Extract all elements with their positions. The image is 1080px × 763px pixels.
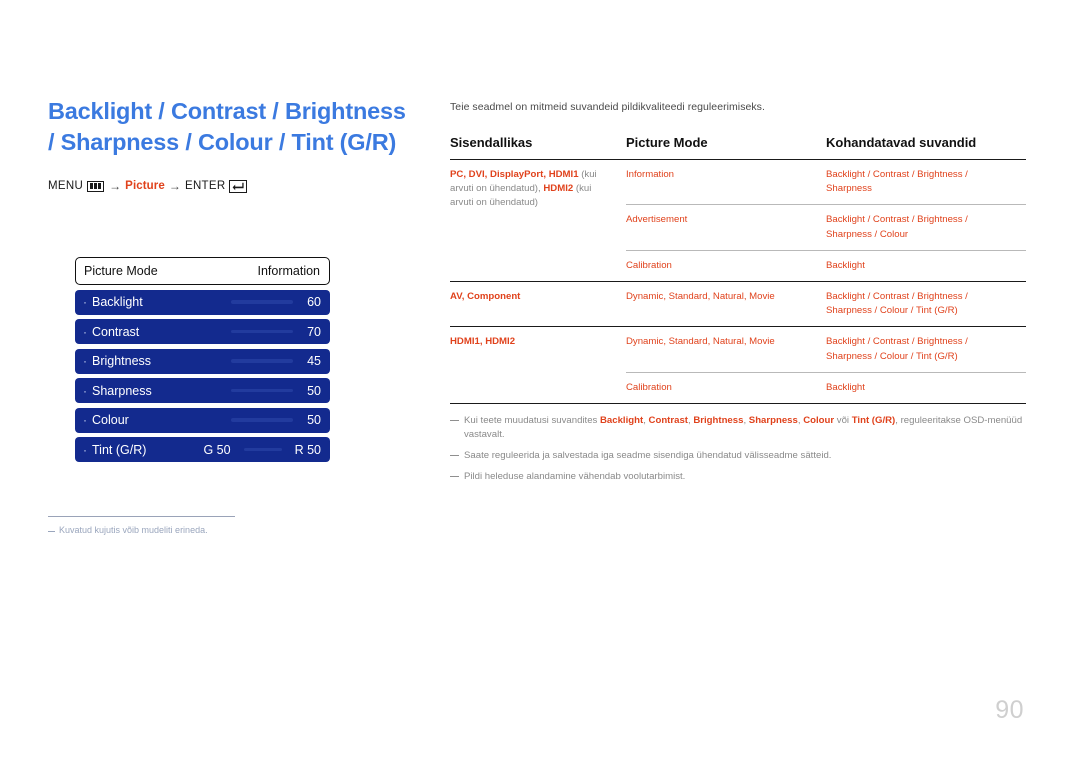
footnote-dash-icon — [48, 531, 55, 532]
osd-row-label: Colour — [92, 413, 129, 427]
col-header-picture-mode: Picture Mode — [626, 135, 708, 150]
osd-row-contrast[interactable]: · Contrast 70 — [75, 319, 330, 344]
footnote-text: Saate reguleerida ja salvestada iga sead… — [464, 450, 832, 462]
osd-row-value: 60 — [307, 295, 321, 309]
row-bullet: · — [83, 295, 87, 309]
enter-label: ENTER — [184, 180, 226, 192]
osd-row-sharpness[interactable]: · Sharpness 50 — [75, 378, 330, 403]
osd-row-value: 50 — [307, 383, 321, 398]
right-column: Teie seadmel on mitmeid suvandeid pildik… — [450, 100, 1026, 491]
footnote-dash-icon — [450, 420, 459, 422]
arrow-icon-2: → — [168, 178, 181, 193]
col-header-adjustable-options: Kohandatavad suvandid — [826, 135, 977, 150]
cell-picture-mode: Calibration — [626, 249, 826, 282]
enter-return-icon — [229, 179, 248, 193]
cell-source: HDMI1, HDMI2 — [450, 326, 626, 404]
osd-row-brightness[interactable]: · Brightness 45 — [75, 348, 330, 374]
osd-row-colour[interactable]: · Colour 50 — [75, 407, 330, 433]
row-bullet: · — [83, 413, 87, 427]
row-bullet: · — [83, 354, 87, 368]
cell-options: Backlight / Contrast / Brightness / Shar… — [826, 158, 1026, 205]
cell-picture-mode: Dynamic, Standard, Natural, Movie — [626, 281, 826, 327]
osd-slider-track[interactable] — [243, 447, 282, 452]
osd-slider-track[interactable] — [231, 418, 293, 422]
footnote-text: Pildi heleduse alandamine vähendab voolu… — [464, 471, 686, 483]
cell-options: Backlight / Contrast / Brightness / Shar… — [826, 281, 1026, 327]
table-header-row: Sisendallikas Picture Mode Kohandatavad … — [450, 135, 1026, 160]
page-title: Backlight / Contrast / Brightness / Shar… — [48, 98, 406, 155]
left-footnote-text: Kuvatud kujutis võib mudeliti erineda. — [59, 525, 208, 535]
table-bottom-rule — [450, 403, 1026, 405]
osd-row-label: Brightness — [92, 354, 152, 368]
table-row: PC, DVI, DisplayPort, HDMI1 (kui arvuti … — [450, 158, 1026, 282]
footnote-item: Kui teete muudatusi suvandites Backlight… — [450, 414, 1026, 442]
osd-slider-track[interactable] — [231, 388, 293, 393]
osd-row-label: Contrast — [92, 324, 140, 339]
osd-row-value: 50 — [307, 413, 321, 427]
arrow-icon-1: → — [109, 178, 122, 193]
menu-label: MENU — [48, 180, 84, 192]
footnote-text: Kui teete muudatusi suvandites Backlight… — [464, 415, 1023, 441]
osd-row-label: Sharpness — [92, 383, 152, 398]
cell-source: PC, DVI, DisplayPort, HDMI1 (kui arvuti … — [450, 158, 626, 282]
footnote-dash-icon — [450, 476, 459, 478]
osd-slider-track[interactable] — [231, 300, 293, 304]
left-note-divider — [48, 516, 235, 517]
osd-row-label: Tint (G/R) — [92, 442, 147, 457]
footnote-item: Pildi heleduse alandamine vähendab voolu… — [450, 470, 1026, 484]
row-bullet: · — [83, 383, 87, 398]
cell-picture-mode: Dynamic, Standard, Natural, Movie — [626, 326, 826, 373]
osd-row-green-value: G 50 — [203, 442, 231, 457]
cell-options: Backlight / Contrast / Brightness / Shar… — [826, 204, 1026, 251]
cell-options: Backlight / Contrast / Brightness / Shar… — [826, 326, 1026, 373]
table-row: AV, Component Dynamic, Standard, Natural… — [450, 281, 1026, 327]
osd-row-red-value: R 50 — [294, 442, 321, 457]
osd-slider-track[interactable] — [231, 359, 293, 363]
cell-options: Backlight — [826, 249, 1026, 282]
intro-text: Teie seadmel on mitmeid suvandeid pildik… — [450, 101, 765, 113]
osd-row-value: 45 — [307, 354, 321, 368]
cell-picture-mode: Information — [626, 158, 826, 205]
osd-row-tint[interactable]: · Tint (G/R) G 50 R 50 — [75, 437, 330, 462]
osd-menu-mock: Picture Mode Information · Backlight 60 … — [75, 257, 330, 462]
footnote-list: Kui teete muudatusi suvandites Backlight… — [450, 414, 1026, 484]
page-number: 90 — [995, 696, 1024, 724]
col-header-source: Sisendallikas — [450, 135, 533, 150]
cell-source: AV, Component — [450, 281, 626, 327]
manual-page: Backlight / Contrast / Brightness / Shar… — [0, 0, 1080, 763]
osd-header-picture-mode[interactable]: Picture Mode Information — [75, 257, 330, 285]
left-footnote: Kuvatud kujutis võib mudeliti erineda. — [48, 525, 378, 535]
osd-header-value: Information — [257, 264, 320, 278]
footnote-dash-icon — [450, 455, 459, 457]
osd-row-label: Backlight — [92, 295, 143, 309]
menu-navigation-path: MENU → Picture → ENTER — [48, 179, 418, 193]
row-bullet: · — [83, 324, 87, 339]
row-bullet: · — [83, 442, 87, 457]
cell-options: Backlight — [826, 371, 1026, 404]
footnote-item: Saate reguleerida ja salvestada iga sead… — [450, 449, 1026, 463]
osd-row-value: 70 — [307, 324, 321, 339]
picture-menu-label: Picture — [125, 180, 165, 192]
left-column: Backlight / Contrast / Brightness / Shar… — [48, 96, 418, 193]
cell-picture-mode: Advertisement — [626, 204, 826, 251]
table-row: HDMI1, HDMI2 Dynamic, Standard, Natural,… — [450, 326, 1026, 404]
cell-picture-mode: Calibration — [626, 371, 826, 404]
picture-mode-table: Sisendallikas Picture Mode Kohandatavad … — [450, 135, 1026, 404]
menu-bars-icon — [87, 180, 105, 192]
osd-slider-track[interactable] — [231, 329, 293, 334]
osd-row-backlight[interactable]: · Backlight 60 — [75, 289, 330, 315]
osd-header-label: Picture Mode — [84, 264, 158, 278]
